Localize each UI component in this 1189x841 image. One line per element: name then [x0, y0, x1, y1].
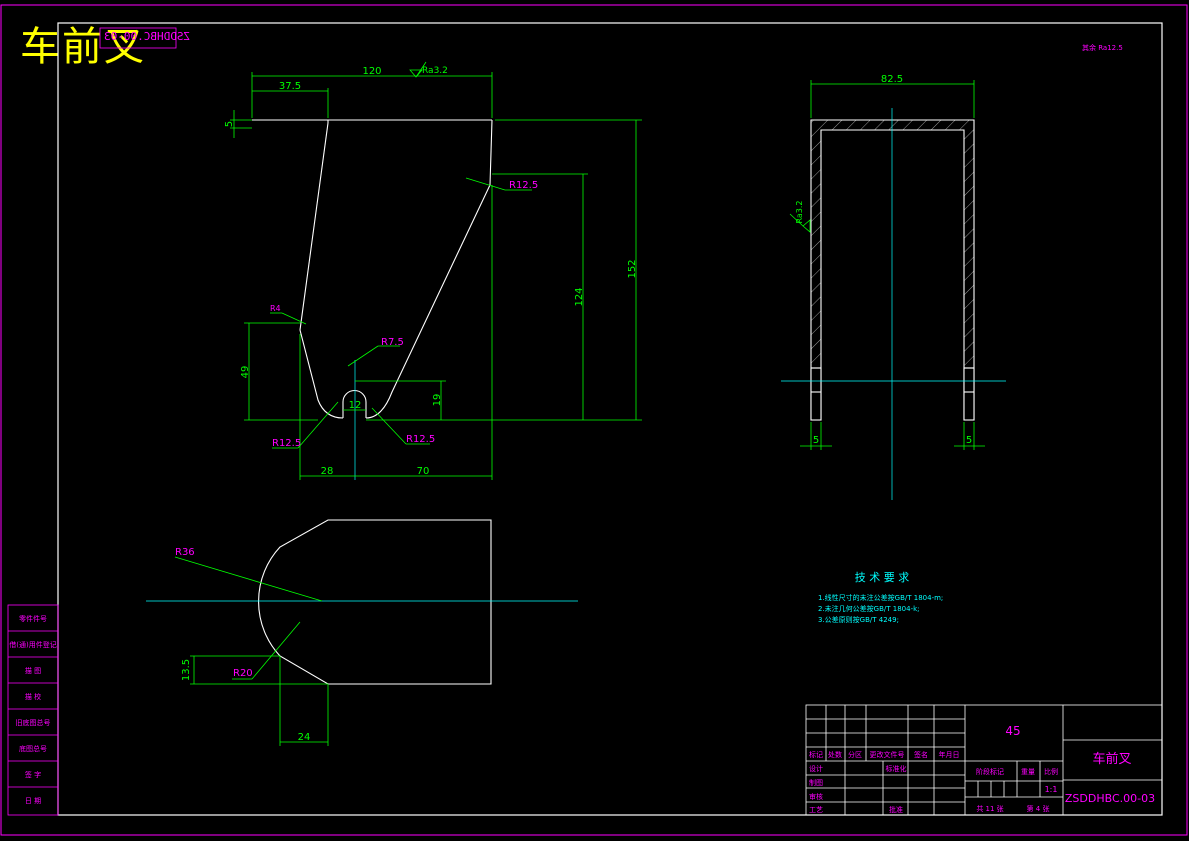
- inner-frame: [57, 22, 1163, 816]
- dim-5-right: 5: [966, 435, 972, 446]
- dim-37-5: 37.5: [279, 81, 301, 92]
- side-label-5: 旧底图总号: [16, 718, 51, 727]
- tb-scale: 1:1: [1045, 785, 1058, 794]
- tb-col-change-doc: 更改文件号: [870, 750, 905, 759]
- dim-82-5: 82.5: [881, 74, 903, 85]
- side-label-7: 签 字: [25, 770, 41, 779]
- tb-process: 工艺: [809, 806, 823, 814]
- roughness-note: 其余 Ra12.5: [1082, 43, 1123, 52]
- radius-r20: R20: [233, 668, 253, 679]
- tb-standardize: 标准化: [886, 764, 907, 773]
- tb-drawer: 制图: [809, 778, 823, 787]
- tb-col-sign: 签名: [914, 750, 928, 759]
- dim-12: 12: [349, 400, 362, 411]
- dim-70: 70: [417, 466, 430, 477]
- tb-ratio: 比例: [1044, 767, 1058, 776]
- tb-col-count: 处数: [828, 750, 842, 759]
- side-label-8: 日 期: [25, 797, 41, 805]
- tb-col-zone: 分区: [848, 750, 862, 759]
- tb-material: 45: [1005, 724, 1020, 738]
- front-view-outline: [252, 119, 493, 419]
- tb-designer: 设计: [809, 764, 823, 773]
- top-view-dimensions: [174, 556, 329, 746]
- ra-top-label: Ra3.2: [422, 66, 448, 76]
- dim-24: 24: [298, 732, 311, 743]
- radius-r36: R36: [175, 547, 195, 558]
- dim-13-5: 13.5: [181, 659, 192, 681]
- side-label-6: 底图总号: [19, 744, 47, 753]
- tech-requirement-1: 1.线性尺寸的未注公差按GB/T 1804-m;: [818, 593, 943, 602]
- front-view-dimensions: [230, 72, 642, 480]
- radius-r12-5-top: R12.5: [509, 180, 538, 191]
- side-label-column: [7, 604, 59, 816]
- engineering-drawing: 零件件号 借(通)用件登记 描 图 描 校 旧底图总号 底图总号 签 字 日 期: [0, 4, 1188, 836]
- tb-col-date: 年月日: [939, 750, 960, 759]
- tb-sheet-no: 第 4 张: [1027, 804, 1050, 813]
- tech-requirement-3: 3.公差原则按GB/T 4249;: [818, 615, 899, 624]
- dim-152: 152: [627, 259, 638, 278]
- tb-col-mark: 标记: [809, 750, 823, 759]
- tb-part-name: 车前叉: [1092, 751, 1131, 767]
- tech-requirement-2: 2.未注几何公差按GB/T 1804-k;: [818, 604, 920, 613]
- radius-r12-5-left: R12.5: [272, 438, 301, 449]
- title-mark-box: [99, 27, 177, 49]
- tb-reviewer: 审核: [809, 792, 823, 801]
- tb-approve: 批准: [889, 805, 903, 814]
- dim-19: 19: [432, 394, 443, 407]
- ra-side-label: Ra3.2: [795, 200, 804, 223]
- dim-49: 49: [240, 366, 251, 379]
- tb-drawing-number: ZSDDHBC.00-03: [1065, 792, 1155, 805]
- side-label-3: 描 图: [25, 666, 41, 675]
- dim-124: 124: [574, 287, 585, 306]
- tb-weight: 重量: [1021, 768, 1035, 776]
- dim-120: 120: [362, 66, 381, 77]
- radius-r7-5: R7.5: [381, 337, 404, 348]
- dim-5-top: 5: [224, 121, 235, 127]
- tb-stage-mark: 阶段标记: [976, 767, 1004, 776]
- top-view-outline: [258, 519, 492, 685]
- tb-total-sheets: 共 11 张: [976, 804, 1003, 813]
- radius-r4: R4: [270, 304, 281, 313]
- side-view-body: [810, 119, 975, 421]
- tech-requirements-title: 技 术 要 求: [855, 571, 910, 584]
- dim-5-left: 5: [813, 435, 819, 446]
- side-label-1: 零件件号: [19, 614, 47, 623]
- dim-28: 28: [321, 466, 334, 477]
- side-label-4: 描 校: [25, 692, 41, 701]
- radius-r12-5-right: R12.5: [406, 434, 435, 445]
- side-label-2: 借(通)用件登记: [9, 640, 56, 649]
